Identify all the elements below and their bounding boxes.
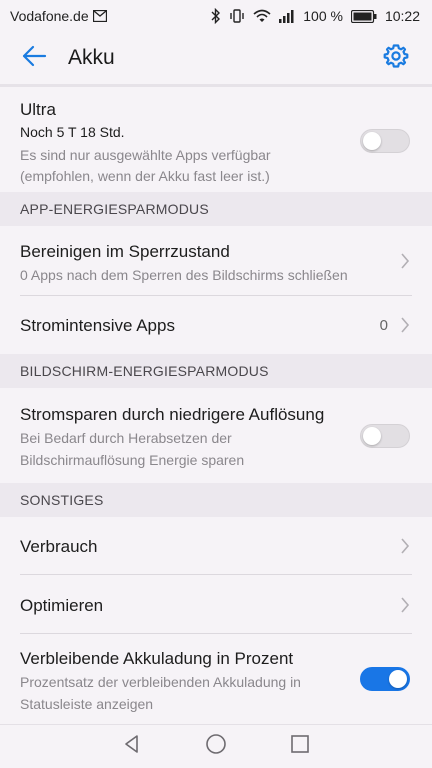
back-button[interactable] [10,34,58,82]
low-resolution-subtitle-line1: Bei Bedarf durch Herabsetzen der [20,430,232,446]
gear-icon [383,43,409,74]
chevron-right-icon [400,538,410,559]
square-recents-icon [290,734,310,759]
section-header-app: APP-ENERGIESPARMODUS [0,192,432,226]
nav-home-button[interactable] [196,727,236,767]
battery-percent-title: Verbleibende Akkuladung in Prozent [20,649,294,668]
settings-content: Ultra Noch 5 T 18 Std. Es sind nur ausge… [0,87,432,722]
power-intensive-count: 0 [379,317,388,334]
usage-title: Verbrauch [20,537,98,556]
vibrate-icon [229,9,245,23]
battery-icon [350,9,377,23]
power-intensive-apps-row[interactable]: Stromintensive Apps 0 [0,296,432,354]
carrier-name: Vodafone.de [10,8,89,24]
chevron-right-icon [400,253,410,274]
nav-back-button[interactable] [112,727,152,767]
circle-home-icon [205,733,227,760]
clock: 10:22 [384,8,420,24]
cleanup-title: Bereinigen im Sperrzustand [20,242,230,261]
power-intensive-title: Stromintensive Apps [20,316,175,335]
ultra-description-line1: Es sind nur ausgewählte Apps verfügbar [20,147,271,163]
section-header-screen: BILDSCHIRM-ENERGIESPARMODUS [0,354,432,388]
usage-row[interactable]: Verbrauch [0,517,432,575]
wifi-icon [253,9,271,23]
cleanup-on-lock-row[interactable]: Bereinigen im Sperrzustand 0 Apps nach d… [0,226,432,296]
low-resolution-row[interactable]: Stromsparen durch niedrigere Auflösung B… [0,388,432,483]
optimize-row[interactable]: Optimieren [0,575,432,634]
battery-percent: 100 % [303,8,343,24]
signal-icon [279,9,295,23]
chevron-right-icon [400,597,410,618]
low-resolution-toggle[interactable] [360,424,410,448]
arrow-left-icon [21,45,47,72]
app-bar: Akku [0,32,432,84]
chevron-right-icon [400,317,410,338]
message-icon [92,10,107,22]
cleanup-subtitle: 0 Apps nach dem Sperren des Bildschirms … [20,267,348,283]
triangle-back-icon [122,734,142,759]
status-bar: Vodafone.de 100 % 10:22 [0,0,432,32]
low-resolution-title: Stromsparen durch niedrigere Auflösung [20,405,325,424]
optimize-title: Optimieren [20,596,104,615]
ultra-title: Ultra [20,100,56,119]
navigation-bar [0,724,432,768]
low-resolution-subtitle-line2: Bildschirmauflösung Energie sparen [20,452,245,468]
ultra-description-line2: (empfohlen, wenn der Akku fast leer ist.… [20,168,270,184]
toggle-knob [363,427,381,445]
ultra-mode-row[interactable]: Ultra Noch 5 T 18 Std. Es sind nur ausge… [0,87,432,192]
nav-recents-button[interactable] [280,727,320,767]
battery-percent-toggle[interactable] [360,667,410,691]
settings-button[interactable] [374,36,418,80]
ultra-remaining: Noch 5 T 18 Std. [20,124,125,140]
ultra-toggle[interactable] [360,129,410,153]
battery-percent-subtitle-line2: Statusleiste anzeigen [20,696,154,712]
battery-percent-row[interactable]: Verbleibende Akkuladung in Prozent Proze… [0,634,432,722]
battery-percent-subtitle-line1: Prozentsatz der verbleibenden Akkuladung… [20,674,301,690]
toggle-knob [389,670,407,688]
page-title: Akku [68,46,115,69]
toggle-knob [363,132,381,150]
bluetooth-icon [211,8,221,24]
section-header-misc: SONSTIGES [0,483,432,517]
